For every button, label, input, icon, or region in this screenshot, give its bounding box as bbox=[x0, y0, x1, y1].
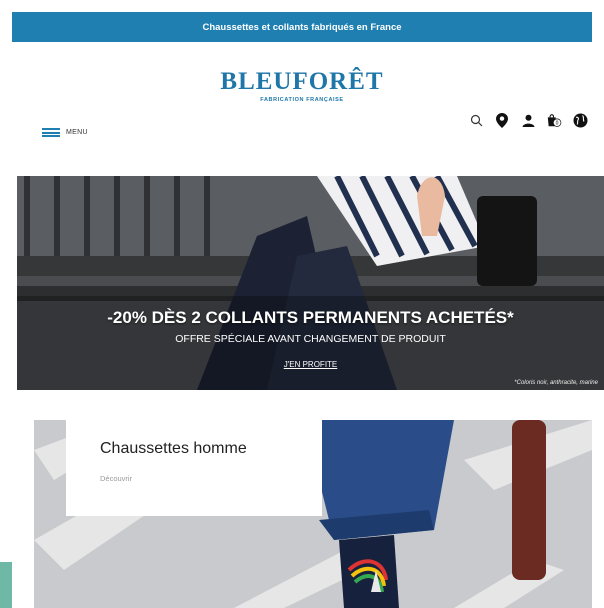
cart-icon[interactable]: 0 bbox=[546, 112, 562, 128]
logo-tagline: FABRICATION FRANÇAISE bbox=[260, 97, 344, 103]
header-icons: 0 bbox=[468, 112, 588, 128]
announcement-text: Chaussettes et collants fabriqués en Fra… bbox=[202, 21, 402, 33]
promo-discover-link[interactable]: Découvrir bbox=[100, 474, 322, 483]
account-icon[interactable] bbox=[520, 112, 536, 128]
hamburger-icon bbox=[42, 128, 60, 137]
globe-icon[interactable] bbox=[572, 112, 588, 128]
hero-banner[interactable]: -20% DÈS 2 COLLANTS PERMANENTS ACHETÉS* … bbox=[17, 176, 604, 390]
banner-headline: -20% DÈS 2 COLLANTS PERMANENTS ACHETÉS* bbox=[107, 308, 514, 327]
promo-title: Chaussettes homme bbox=[100, 440, 247, 457]
search-icon[interactable] bbox=[468, 112, 484, 128]
menu-button[interactable]: MENU bbox=[42, 128, 88, 137]
announcement-bar: Chaussettes et collants fabriqués en Fra… bbox=[12, 12, 592, 42]
side-chat-tab[interactable] bbox=[0, 562, 12, 608]
location-pin-icon[interactable] bbox=[494, 112, 510, 128]
cart-count: 0 bbox=[556, 120, 559, 126]
banner-subline: OFFRE SPÉCIALE AVANT CHANGEMENT DE PRODU… bbox=[175, 333, 446, 345]
banner-cta-link[interactable]: J'EN PROFITE bbox=[17, 360, 604, 369]
site-logo[interactable]: BLEUFORÊT FABRICATION FRANÇAISE bbox=[0, 68, 604, 103]
menu-label: MENU bbox=[66, 129, 88, 136]
banner-footnote: *Coloris noir, anthracite, marine bbox=[514, 380, 598, 386]
hero-image bbox=[17, 176, 604, 390]
promo-card[interactable]: Chaussettes homme Découvrir bbox=[66, 420, 322, 516]
logo-brand: BLEUFORÊT bbox=[220, 68, 384, 95]
